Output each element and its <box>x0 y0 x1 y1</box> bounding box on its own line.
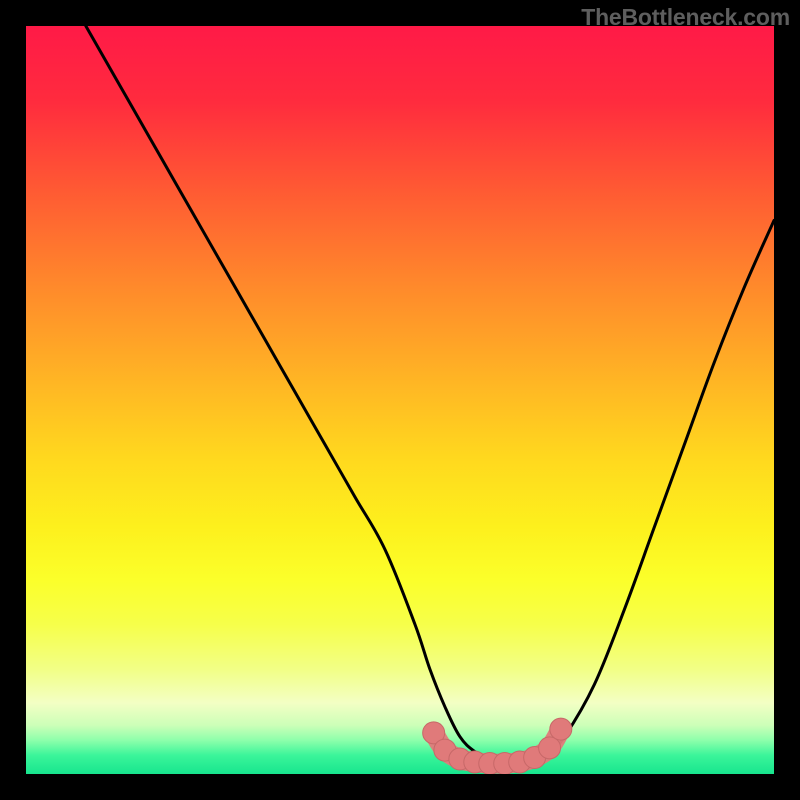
bottleneck-chart <box>26 26 774 774</box>
watermark-label: TheBottleneck.com <box>581 4 790 31</box>
chart-frame: TheBottleneck.com <box>0 0 800 800</box>
plot-area <box>26 26 774 774</box>
highlight-dot <box>539 737 561 759</box>
gradient-background <box>26 26 774 774</box>
highlight-dot <box>550 718 572 740</box>
